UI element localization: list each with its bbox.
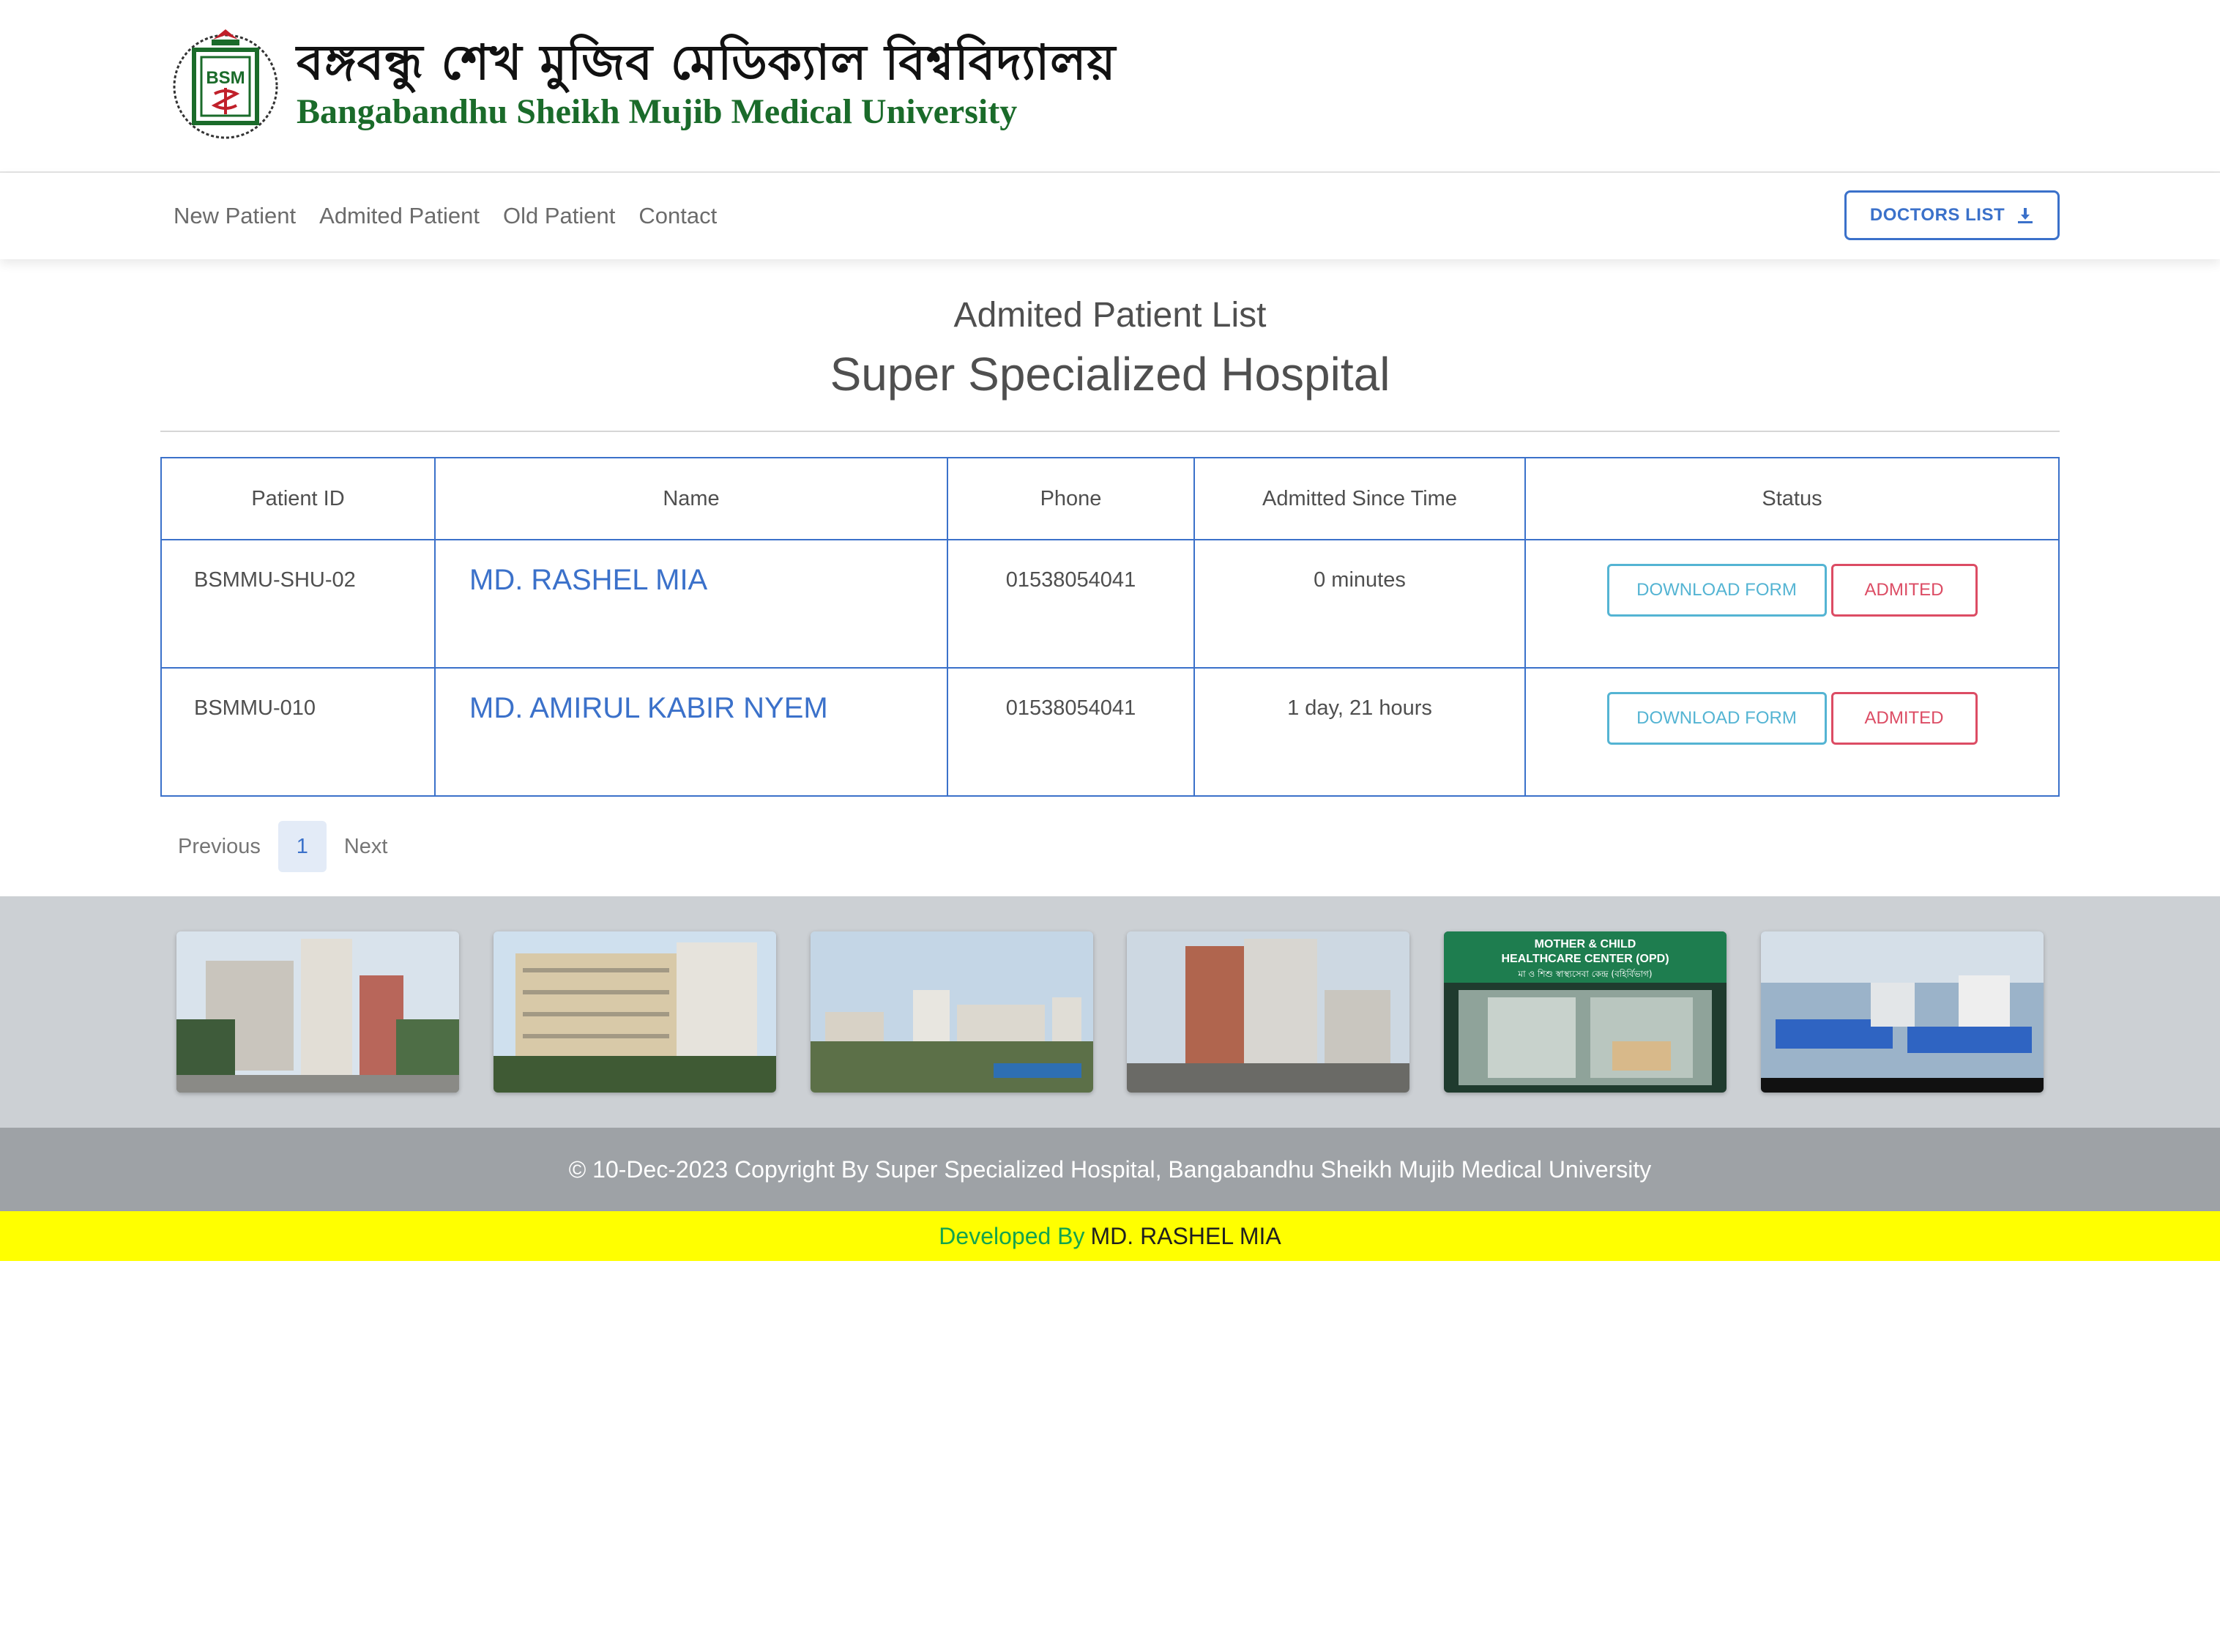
page-title: Admited Patient List <box>953 296 1267 335</box>
col-header-name: Name <box>434 457 948 540</box>
col-header-admitted-since: Admitted Since Time <box>1193 457 1526 540</box>
table-header-row: Patient ID Name Phone Admitted Since Tim… <box>160 457 2060 540</box>
nav-admited-patient[interactable]: Admited Patient <box>319 203 480 229</box>
pagination: Previous 1 Next <box>168 820 2060 873</box>
divider <box>160 431 2060 432</box>
admited-status-button[interactable]: ADMITED <box>1830 564 1978 617</box>
university-building-photo[interactable] <box>493 931 776 1093</box>
doctors-list-label: DOCTORS LIST <box>1869 205 2005 225</box>
main-content: Admited Patient List Super Specialized H… <box>160 259 2060 873</box>
patient-id-cell: BSMMU-SHU-02 <box>160 539 436 669</box>
pagination-page-1[interactable]: 1 <box>278 821 327 872</box>
site-header: BSM বঙ্গবন্ধু শেখ মুজিব মেডিক্যাল বিশ্বব… <box>0 0 2220 173</box>
col-header-phone: Phone <box>947 457 1195 540</box>
pagination-next[interactable]: Next <box>334 835 398 859</box>
doctors-list-button[interactable]: DOCTORS LIST <box>1844 190 2060 240</box>
phone-cell: 01538054041 <box>947 539 1195 669</box>
university-seal-icon: BSM <box>173 29 278 139</box>
download-icon <box>2018 208 2033 223</box>
mother-child-healthcare-center-photo[interactable]: MOTHER & CHILD HEALTHCARE CENTER (OPD) ম… <box>1444 931 1727 1093</box>
seal-text: BSM <box>206 68 245 88</box>
col-header-status: Status <box>1524 457 2060 540</box>
sign-line-1: MOTHER & CHILD <box>1535 938 1636 950</box>
col-header-patient-id: Patient ID <box>160 457 436 540</box>
sign-line-3: মা ও শিশু স্বাস্থ্যসেবা কেন্দ্র (বহির্বি… <box>1518 969 1653 979</box>
admited-status-button[interactable]: ADMITED <box>1830 692 1978 745</box>
patient-table: Patient ID Name Phone Admitted Since Tim… <box>160 457 2060 797</box>
hospital-building-photo[interactable] <box>176 931 459 1093</box>
patient-name-link[interactable]: MD. RASHEL MIA <box>469 564 707 596</box>
developed-by-label: Developed By <box>939 1222 1085 1249</box>
admitted-since-cell: 0 minutes <box>1193 539 1526 669</box>
download-form-button[interactable]: DOWNLOAD FORM <box>1606 692 1827 745</box>
hospital-tower-photo[interactable] <box>1127 931 1410 1093</box>
main-navbar: New Patient Admited Patient Old Patient … <box>0 173 2220 259</box>
hospital-ward-beds-photo[interactable] <box>1760 931 2044 1093</box>
phone-cell: 01538054041 <box>947 667 1195 797</box>
patient-id-cell: BSMMU-010 <box>160 667 436 797</box>
developer-name: MD. RASHEL MIA <box>1090 1222 1281 1249</box>
photo-gallery: MOTHER & CHILD HEALTHCARE CENTER (OPD) ম… <box>0 896 2220 1128</box>
nav-new-patient[interactable]: New Patient <box>174 203 296 229</box>
hospital-name: Super Specialized Hospital <box>830 348 1390 401</box>
logo-bangla-text: বঙ্গবন্ধু শেখ মুজিব মেডিক্যাল বিশ্ববিদ্য… <box>297 34 1117 91</box>
logo-english-text: Bangabandhu Sheikh Mujib Medical Univers… <box>297 92 1018 131</box>
sign-line-2: HEALTHCARE CENTER (OPD) <box>1502 953 1669 965</box>
nav-old-patient[interactable]: Old Patient <box>503 203 615 229</box>
patient-name-link[interactable]: MD. AMIRUL KABIR NYEM <box>469 692 828 724</box>
campus-panorama-photo[interactable] <box>810 931 1093 1093</box>
admitted-since-cell: 1 day, 21 hours <box>1193 667 1526 797</box>
table-row: BSMMU-010 MD. AMIRUL KABIR NYEM 01538054… <box>160 667 2060 797</box>
developer-credit-bar: Developed By MD. RASHEL MIA <box>0 1211 2220 1261</box>
download-form-button[interactable]: DOWNLOAD FORM <box>1606 564 1827 617</box>
pagination-previous[interactable]: Previous <box>168 835 271 859</box>
footer-copyright: © 10-Dec-2023 Copyright By Super Special… <box>0 1128 2220 1211</box>
nav-contact[interactable]: Contact <box>638 203 717 229</box>
university-logo[interactable]: BSM বঙ্গবন্ধু শেখ মুজিব মেডিক্যাল বিশ্বব… <box>171 21 1116 145</box>
table-row: BSMMU-SHU-02 MD. RASHEL MIA 01538054041 … <box>160 539 2060 669</box>
